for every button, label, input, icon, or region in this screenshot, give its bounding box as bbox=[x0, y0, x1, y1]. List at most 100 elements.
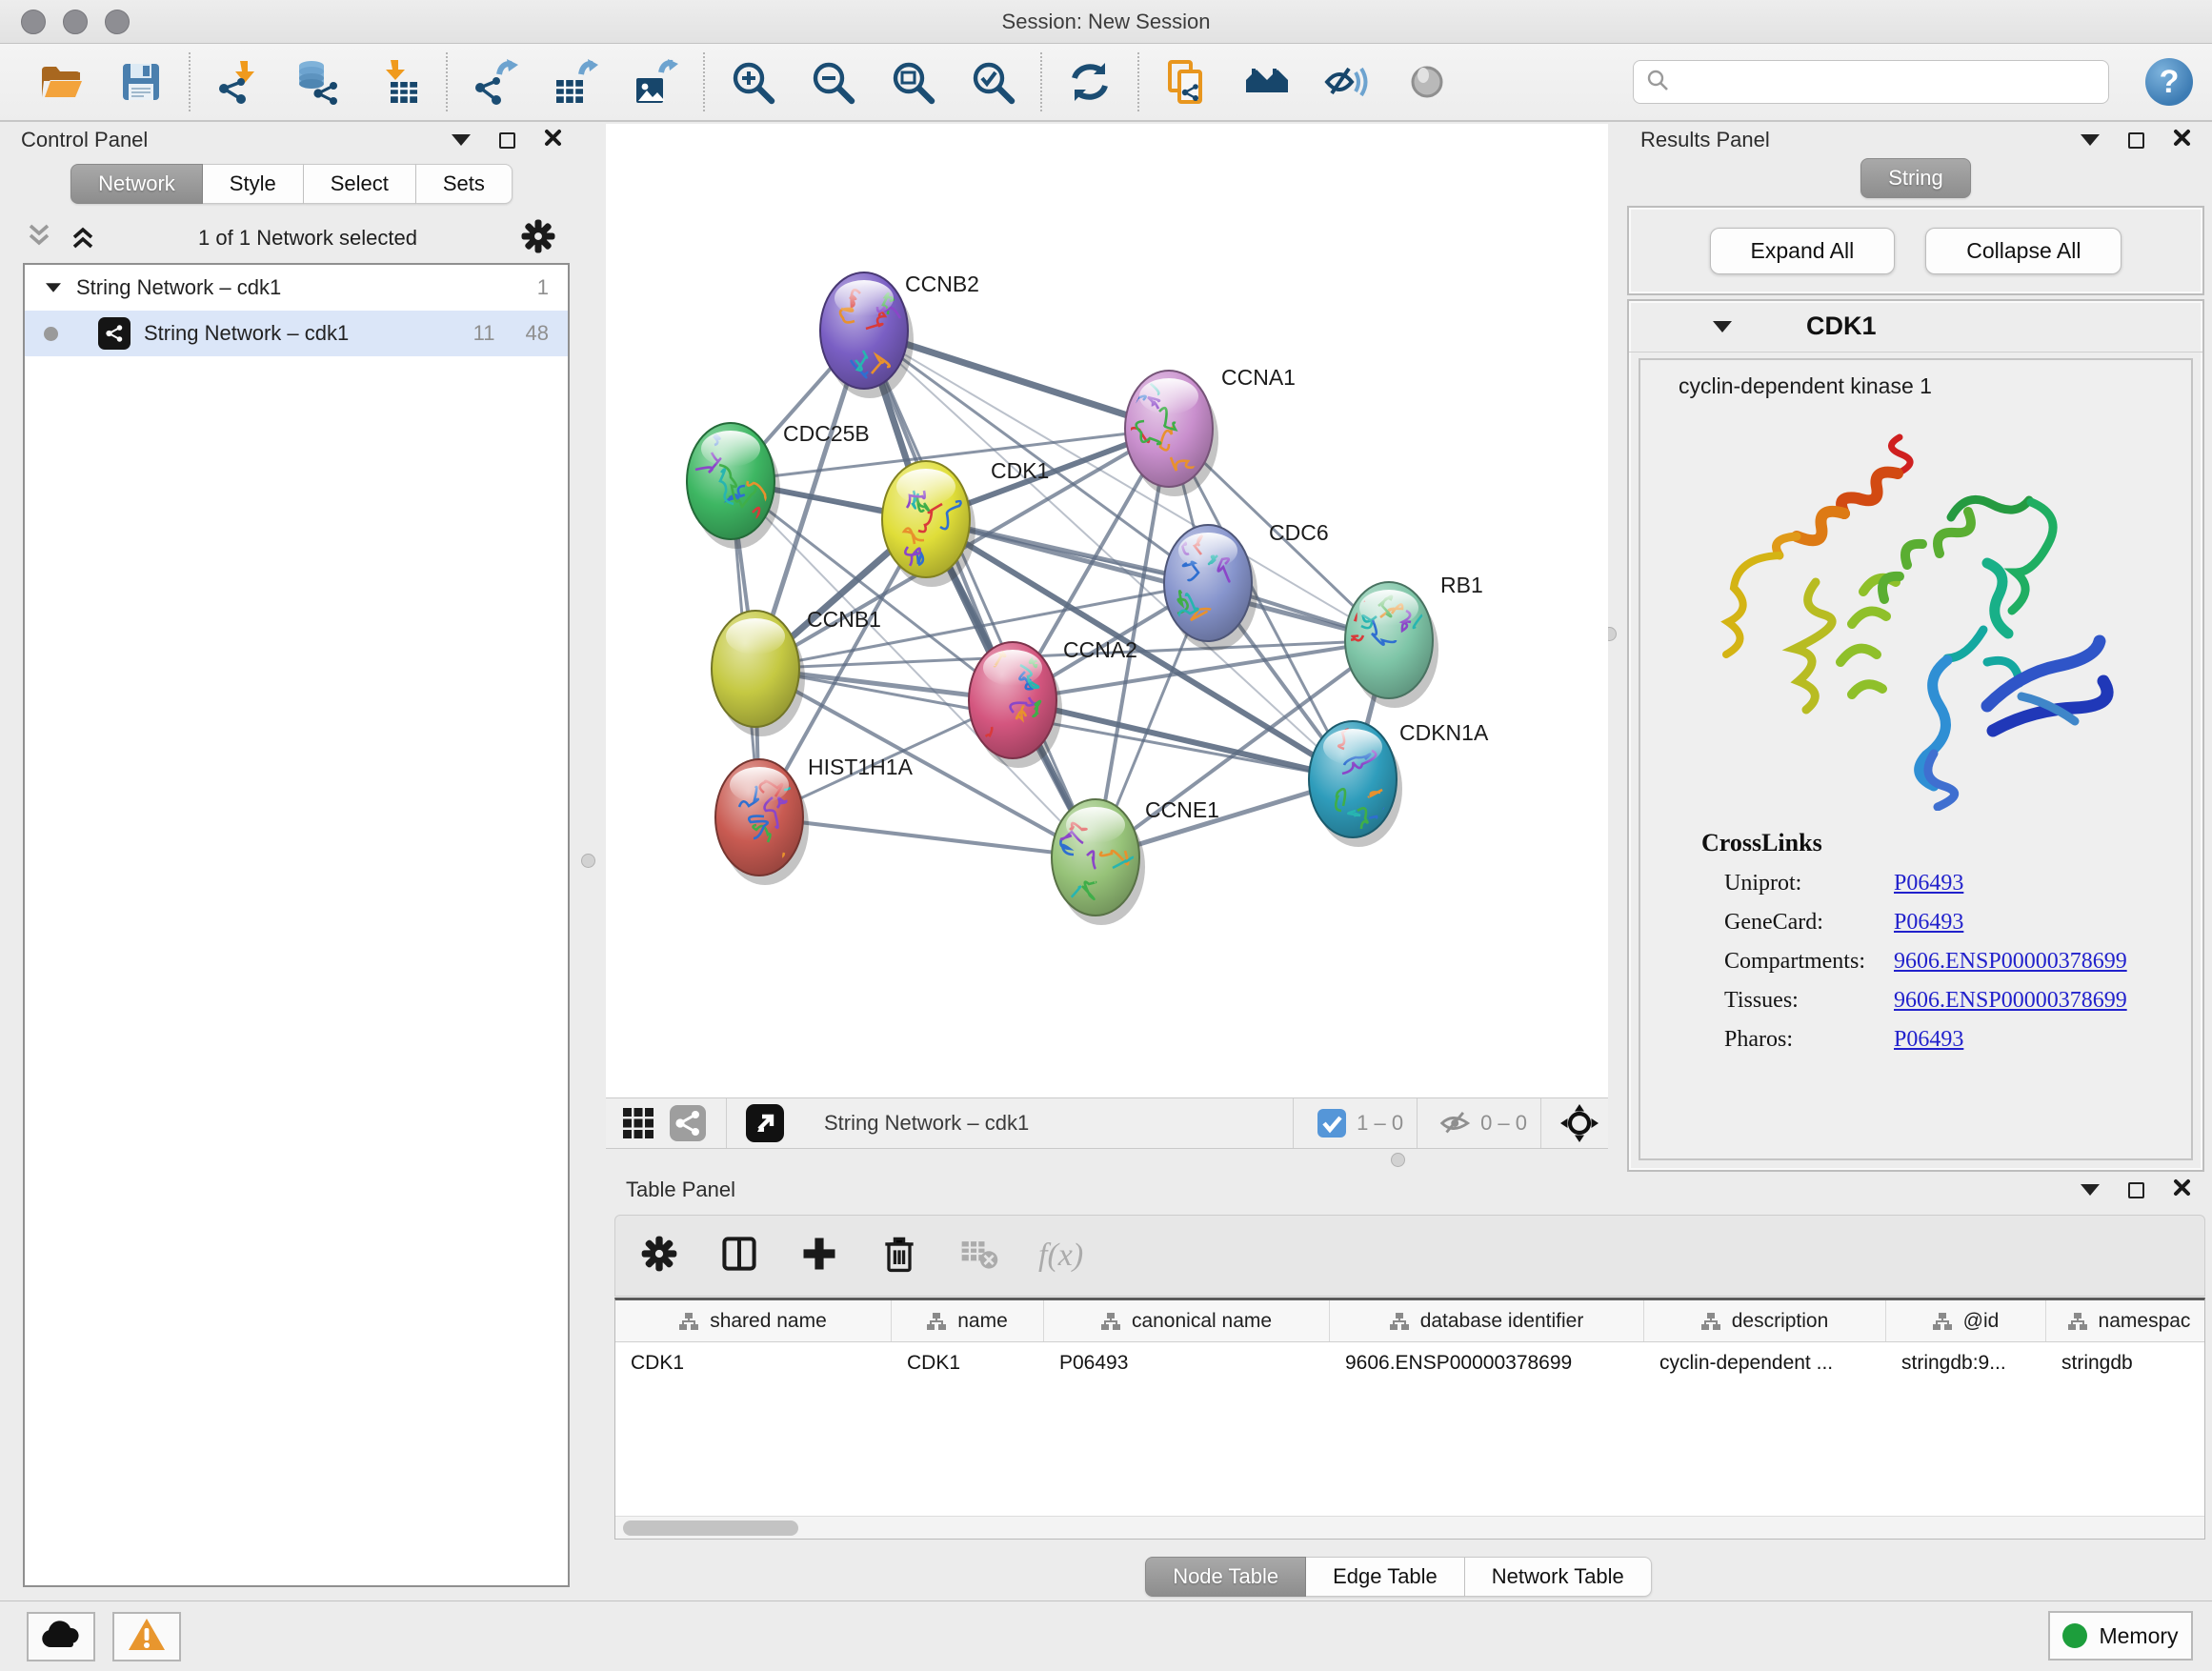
tab-string[interactable]: String bbox=[1860, 158, 1970, 198]
search-input[interactable] bbox=[1678, 70, 2097, 93]
network-row[interactable]: String Network – cdk1 11 48 bbox=[25, 311, 568, 356]
collapse-all-button[interactable]: Collapse All bbox=[1925, 228, 2122, 274]
column-header-name[interactable]: name bbox=[892, 1300, 1044, 1341]
save-session-icon[interactable] bbox=[118, 59, 164, 105]
collection-expand-icon[interactable] bbox=[46, 283, 61, 292]
tab-select[interactable]: Select bbox=[304, 164, 416, 204]
table-cell[interactable]: P06493 bbox=[1044, 1342, 1330, 1384]
expand-all-button[interactable]: Expand All bbox=[1710, 228, 1896, 274]
tab-network[interactable]: Network bbox=[70, 164, 203, 204]
close-panel-icon[interactable] bbox=[2173, 1178, 2191, 1202]
network-collection-row[interactable]: String Network – cdk1 1 bbox=[25, 265, 568, 311]
import-table-from-file-icon[interactable] bbox=[375, 59, 421, 105]
memory-button[interactable]: Memory bbox=[2048, 1611, 2193, 1661]
export-image-icon[interactable] bbox=[633, 59, 678, 105]
selected-checkbox[interactable] bbox=[1313, 1104, 1351, 1142]
import-network-from-database-icon[interactable] bbox=[295, 59, 341, 105]
tab-edge-table[interactable]: Edge Table bbox=[1306, 1557, 1465, 1597]
network-node-CDK1[interactable] bbox=[882, 461, 975, 587]
share-icon[interactable] bbox=[669, 1104, 707, 1142]
table-row[interactable]: CDK1CDK1P064939606.ENSP00000378699cyclin… bbox=[615, 1342, 2204, 1384]
toolbar-separator bbox=[703, 52, 705, 111]
network-node-RB1[interactable] bbox=[1342, 582, 1447, 708]
column-header-@id[interactable]: @id bbox=[1886, 1300, 2046, 1341]
close-panel-icon[interactable] bbox=[2173, 128, 2191, 152]
hide-selected-icon[interactable] bbox=[1324, 59, 1370, 105]
crosslink-link[interactable]: 9606.ENSP00000378699 bbox=[1894, 949, 2127, 975]
horizontal-scrollbar[interactable] bbox=[615, 1516, 2204, 1539]
network-node-CCNB1[interactable] bbox=[712, 611, 805, 736]
warnings-button[interactable] bbox=[112, 1612, 181, 1661]
add-column-icon[interactable] bbox=[798, 1233, 840, 1279]
edge-HIST1H1A-CCNE1[interactable] bbox=[759, 817, 1096, 857]
table-panel: Table Panel f(x) shared namenamecanonica… bbox=[585, 1172, 2212, 1601]
scrollbar-thumb[interactable] bbox=[623, 1520, 798, 1536]
protein-collapse-icon[interactable] bbox=[1713, 321, 1732, 332]
zoom-out-icon[interactable] bbox=[810, 59, 855, 105]
crosslink-link[interactable]: P06493 bbox=[1894, 871, 1963, 896]
column-header-shared-name[interactable]: shared name bbox=[615, 1300, 892, 1341]
table-cell[interactable]: cyclin-dependent ... bbox=[1644, 1342, 1886, 1384]
grid-icon[interactable] bbox=[619, 1104, 657, 1142]
maximize-panel-icon[interactable] bbox=[2128, 1182, 2144, 1198]
expand-all-networks-icon[interactable] bbox=[69, 220, 97, 257]
crosslink-link[interactable]: P06493 bbox=[1894, 1027, 1963, 1053]
left-splitter-handle[interactable] bbox=[581, 854, 595, 868]
network-label: String Network – cdk1 bbox=[144, 321, 349, 346]
network-canvas[interactable]: CCNB2CCNA1CDC25BCDK1CDC6RB1CCNB1CCNA2CDK… bbox=[606, 124, 1608, 1097]
collapse-all-networks-icon[interactable] bbox=[25, 220, 53, 257]
export-network-icon[interactable] bbox=[473, 59, 518, 105]
maximize-panel-icon[interactable] bbox=[499, 132, 515, 149]
show-columns-icon[interactable] bbox=[718, 1233, 760, 1279]
table-cell[interactable]: CDK1 bbox=[892, 1342, 1044, 1384]
open-session-icon[interactable] bbox=[38, 59, 84, 105]
tab-style[interactable]: Style bbox=[203, 164, 304, 204]
birdseye-icon[interactable] bbox=[746, 1104, 784, 1142]
network-options-gear-icon[interactable] bbox=[518, 216, 558, 261]
crosslink-label: GeneCard: bbox=[1724, 910, 1894, 936]
crosslink-link[interactable]: P06493 bbox=[1894, 910, 1963, 936]
float-panel-icon[interactable] bbox=[2081, 134, 2100, 146]
cloud-button[interactable] bbox=[27, 1612, 95, 1661]
float-panel-icon[interactable] bbox=[452, 134, 471, 146]
zoom-selected-icon[interactable] bbox=[970, 59, 1016, 105]
table-cell[interactable]: CDK1 bbox=[615, 1342, 892, 1384]
first-neighbors-icon[interactable] bbox=[1244, 59, 1290, 105]
column-header-canonical-name[interactable]: canonical name bbox=[1044, 1300, 1330, 1341]
network-node-CCNB2[interactable] bbox=[820, 272, 914, 398]
search-box[interactable] bbox=[1633, 60, 2109, 104]
column-header-database-identifier[interactable]: database identifier bbox=[1330, 1300, 1644, 1341]
zoom-fit-icon[interactable] bbox=[890, 59, 935, 105]
export-table-icon[interactable] bbox=[553, 59, 598, 105]
column-header-namespac[interactable]: namespac bbox=[2046, 1300, 2212, 1341]
settings-gear-icon[interactable] bbox=[638, 1233, 680, 1279]
tab-node-table[interactable]: Node Table bbox=[1145, 1557, 1306, 1597]
cloud-icon bbox=[41, 1621, 81, 1654]
protein-header[interactable]: CDK1 bbox=[1629, 301, 2202, 352]
column-header-description[interactable]: description bbox=[1644, 1300, 1886, 1341]
network-node-CCNA1[interactable] bbox=[1116, 371, 1218, 496]
import-network-from-file-icon[interactable] bbox=[215, 59, 261, 105]
tab-sets[interactable]: Sets bbox=[416, 164, 513, 204]
network-node-CDC6[interactable] bbox=[1164, 525, 1257, 651]
crosslink-link[interactable]: 9606.ENSP00000378699 bbox=[1894, 988, 2127, 1014]
network-node-HIST1H1A[interactable] bbox=[715, 759, 809, 885]
float-panel-icon[interactable] bbox=[2081, 1184, 2100, 1196]
help-icon[interactable]: ? bbox=[2145, 58, 2193, 106]
crosshair-icon[interactable] bbox=[1560, 1104, 1599, 1142]
close-panel-icon[interactable] bbox=[544, 128, 562, 152]
table-cell[interactable]: stringdb bbox=[2046, 1342, 2212, 1384]
network-node-CCNE1[interactable] bbox=[1052, 799, 1145, 925]
network-node-CCNA2[interactable] bbox=[969, 642, 1062, 768]
network-node-CDKN1A[interactable] bbox=[1309, 721, 1402, 847]
table-cell[interactable]: 9606.ENSP00000378699 bbox=[1330, 1342, 1644, 1384]
network-from-selection-icon[interactable] bbox=[1164, 59, 1210, 105]
bottom-splitter-handle[interactable] bbox=[1391, 1153, 1405, 1167]
zoom-in-icon[interactable] bbox=[730, 59, 775, 105]
show-all-icon[interactable] bbox=[1404, 59, 1450, 105]
table-cell[interactable]: stringdb:9... bbox=[1886, 1342, 2046, 1384]
delete-column-icon[interactable] bbox=[878, 1233, 920, 1279]
apply-preferred-layout-icon[interactable] bbox=[1067, 59, 1113, 105]
maximize-panel-icon[interactable] bbox=[2128, 132, 2144, 149]
tab-network-table[interactable]: Network Table bbox=[1465, 1557, 1652, 1597]
